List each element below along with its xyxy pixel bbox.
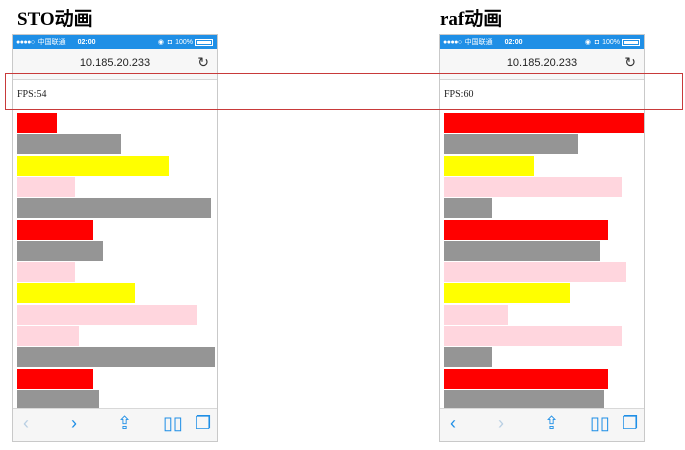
bookmarks-icon[interactable]: ▯▯ <box>590 413 610 434</box>
tabs-icon[interactable]: ❐ <box>195 413 211 434</box>
reload-icon[interactable]: ↻ <box>197 54 209 71</box>
animated-bar <box>17 134 121 155</box>
animated-bar <box>17 368 93 389</box>
status-bar: ●●●●○ 中国联通 02:00 ◉ ◘ 100% <box>13 35 217 49</box>
carrier-name: 中国联通 <box>464 39 493 46</box>
battery-percent: 100% <box>602 38 620 46</box>
share-icon[interactable]: ⇪ <box>117 413 132 434</box>
status-time: 02:00 <box>77 38 96 46</box>
animated-bar <box>17 198 211 219</box>
signal-strength: ●●●●○ <box>443 38 462 46</box>
tabs-icon[interactable]: ❐ <box>622 413 638 434</box>
fps-highlight-box <box>5 73 683 110</box>
url-text[interactable]: 10.185.20.233 <box>13 57 217 69</box>
animated-bar <box>444 113 644 133</box>
share-icon[interactable]: ⇪ <box>544 413 559 434</box>
status-time: 02:00 <box>504 38 523 46</box>
animated-bar <box>444 134 578 155</box>
right-caption: raf动画 <box>440 9 503 30</box>
reload-icon[interactable]: ↻ <box>624 54 636 71</box>
browser-toolbar: ‹ › ⇪ ▯▯ ❐ <box>440 408 644 441</box>
animated-bar <box>444 262 626 283</box>
animated-bar <box>444 219 608 240</box>
animated-bar <box>17 326 79 346</box>
animated-bar <box>444 304 508 325</box>
animated-bar <box>17 219 93 240</box>
animated-bar <box>17 389 99 410</box>
animated-bar <box>17 262 75 283</box>
battery-icon <box>195 38 213 46</box>
back-icon[interactable]: ‹ <box>23 413 29 434</box>
animated-bar <box>17 113 57 133</box>
bookmarks-icon[interactable]: ▯▯ <box>163 413 183 434</box>
animated-bar <box>444 368 608 389</box>
animated-bar <box>444 389 604 410</box>
animated-bar <box>17 155 169 176</box>
animated-bar <box>444 176 622 197</box>
forward-icon[interactable]: › <box>498 413 504 434</box>
carrier-name: 中国联通 <box>37 39 66 46</box>
battery-percent: 100% <box>175 38 193 46</box>
animated-bar <box>17 304 197 325</box>
left-caption: STO动画 <box>17 9 93 30</box>
animated-bar <box>444 326 622 346</box>
animated-bar <box>17 176 75 197</box>
browser-toolbar: ‹ › ⇪ ▯▯ ❐ <box>13 408 217 441</box>
status-icons: ◉ ◘ <box>584 39 601 46</box>
animated-bar <box>444 240 600 261</box>
animated-bar <box>444 155 534 176</box>
back-icon[interactable]: ‹ <box>450 413 456 434</box>
animated-bar <box>444 347 492 368</box>
animated-bar <box>444 198 492 219</box>
forward-icon[interactable]: › <box>71 413 77 434</box>
animated-bar <box>17 240 103 261</box>
url-text[interactable]: 10.185.20.233 <box>440 57 644 69</box>
animated-bar <box>17 347 215 368</box>
status-bar: ●●●●○ 中国联通 02:00 ◉ ◘ 100% <box>440 35 644 49</box>
battery-icon <box>622 38 640 46</box>
status-icons: ◉ ◘ <box>157 39 174 46</box>
animated-bar <box>17 283 135 304</box>
signal-strength: ●●●●○ <box>16 38 35 46</box>
animated-bar <box>444 283 570 304</box>
